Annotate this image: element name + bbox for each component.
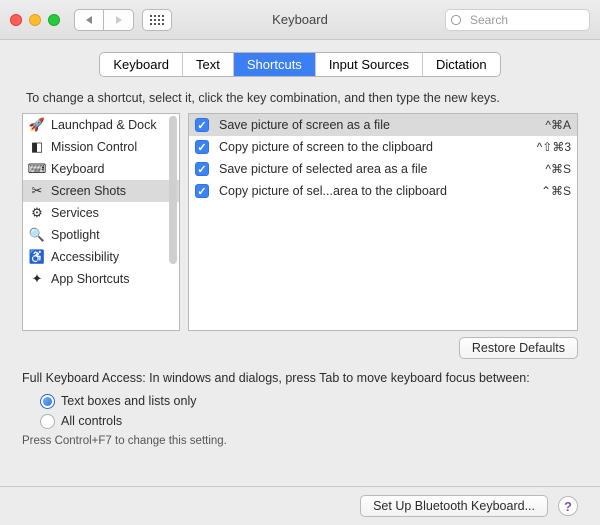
app-shortcuts-icon: ✦ (29, 271, 45, 287)
category-label: Keyboard (51, 162, 105, 176)
titlebar: Keyboard (0, 0, 600, 40)
restore-defaults-button[interactable]: Restore Defaults (459, 337, 578, 359)
services-icon: ⚙ (29, 205, 45, 221)
shortcut-row[interactable]: ✓ Save picture of selected area as a fil… (189, 158, 577, 180)
chevron-left-icon (86, 16, 92, 24)
full-keyboard-access: Full Keyboard Access: In windows and dia… (22, 371, 578, 447)
shortcut-keys[interactable]: ⌃⌘S (541, 184, 571, 198)
category-label: Screen Shots (51, 184, 126, 198)
shortcut-label: Copy picture of screen to the clipboard (219, 140, 527, 154)
category-launchpad[interactable]: 🚀 Launchpad & Dock (23, 114, 179, 136)
window-controls (10, 14, 60, 26)
checkbox[interactable]: ✓ (195, 140, 209, 154)
checkbox[interactable]: ✓ (195, 118, 209, 132)
shortcut-keys[interactable]: ^⌘A (545, 118, 571, 132)
shortcut-keys[interactable]: ^⌘S (545, 162, 571, 176)
category-label: App Shortcuts (51, 272, 130, 286)
minimize-icon[interactable] (29, 14, 41, 26)
scroll-thumb[interactable] (169, 116, 177, 264)
tab-dictation[interactable]: Dictation (423, 53, 500, 76)
shortcut-row[interactable]: ✓ Copy picture of sel...area to the clip… (189, 180, 577, 202)
radio-label: Text boxes and lists only (61, 394, 197, 408)
category-label: Launchpad & Dock (51, 118, 157, 132)
category-accessibility[interactable]: ♿ Accessibility (23, 246, 179, 268)
nav-buttons (74, 9, 134, 31)
bottom-bar: Set Up Bluetooth Keyboard... ? (0, 486, 600, 525)
shortcut-label: Save picture of selected area as a file (219, 162, 535, 176)
category-label: Accessibility (51, 250, 119, 264)
scrollbar[interactable] (169, 116, 177, 328)
search-input[interactable] (445, 9, 590, 31)
radio-button[interactable] (40, 414, 55, 429)
shortcut-label: Copy picture of sel...area to the clipbo… (219, 184, 531, 198)
category-label: Spotlight (51, 228, 100, 242)
spotlight-icon: 🔍 (29, 227, 45, 243)
zoom-icon[interactable] (48, 14, 60, 26)
instruction-text: To change a shortcut, select it, click t… (26, 91, 578, 105)
help-button[interactable]: ? (558, 496, 578, 516)
shortcut-row[interactable]: ✓ Save picture of screen as a file ^⌘A (189, 114, 577, 136)
grid-icon (150, 15, 164, 25)
tab-text[interactable]: Text (183, 53, 234, 76)
category-label: Mission Control (51, 140, 137, 154)
fka-option-all[interactable]: All controls (40, 411, 578, 431)
category-list: 🚀 Launchpad & Dock ◧ Mission Control ⌨ Keyb… (22, 113, 180, 331)
tabs: Keyboard Text Shortcuts Input Sources Di… (99, 52, 500, 77)
screenshots-icon: ✂ (29, 183, 45, 199)
fka-heading: Full Keyboard Access: In windows and dia… (22, 371, 578, 385)
category-mission-control[interactable]: ◧ Mission Control (23, 136, 179, 158)
bluetooth-keyboard-button[interactable]: Set Up Bluetooth Keyboard... (360, 495, 548, 517)
category-label: Services (51, 206, 99, 220)
radio-label: All controls (61, 414, 122, 428)
radio-button[interactable] (40, 394, 55, 409)
show-all-button[interactable] (142, 9, 172, 31)
keyboard-icon: ⌨ (29, 161, 45, 177)
shortcut-label: Save picture of screen as a file (219, 118, 535, 132)
category-app-shortcuts[interactable]: ✦ App Shortcuts (23, 268, 179, 290)
category-services[interactable]: ⚙ Services (23, 202, 179, 224)
tab-input-sources[interactable]: Input Sources (316, 53, 423, 76)
category-screen-shots[interactable]: ✂ Screen Shots (23, 180, 179, 202)
fka-option-textboxes[interactable]: Text boxes and lists only (40, 391, 578, 411)
tab-keyboard[interactable]: Keyboard (100, 53, 183, 76)
mission-control-icon: ◧ (29, 139, 45, 155)
checkbox[interactable]: ✓ (195, 184, 209, 198)
checkbox[interactable]: ✓ (195, 162, 209, 176)
close-icon[interactable] (10, 14, 22, 26)
forward-button[interactable] (104, 9, 134, 31)
accessibility-icon: ♿ (29, 249, 45, 265)
category-spotlight[interactable]: 🔍 Spotlight (23, 224, 179, 246)
shortcut-list: ✓ Save picture of screen as a file ^⌘A ✓… (188, 113, 578, 331)
tab-shortcuts[interactable]: Shortcuts (234, 53, 316, 76)
shortcut-keys[interactable]: ^⇧⌘3 (537, 140, 571, 154)
category-keyboard[interactable]: ⌨ Keyboard (23, 158, 179, 180)
launchpad-icon: 🚀 (29, 117, 45, 133)
shortcut-row[interactable]: ✓ Copy picture of screen to the clipboar… (189, 136, 577, 158)
fka-hint: Press Control+F7 to change this setting. (22, 435, 578, 447)
back-button[interactable] (74, 9, 104, 31)
chevron-right-icon (116, 16, 122, 24)
